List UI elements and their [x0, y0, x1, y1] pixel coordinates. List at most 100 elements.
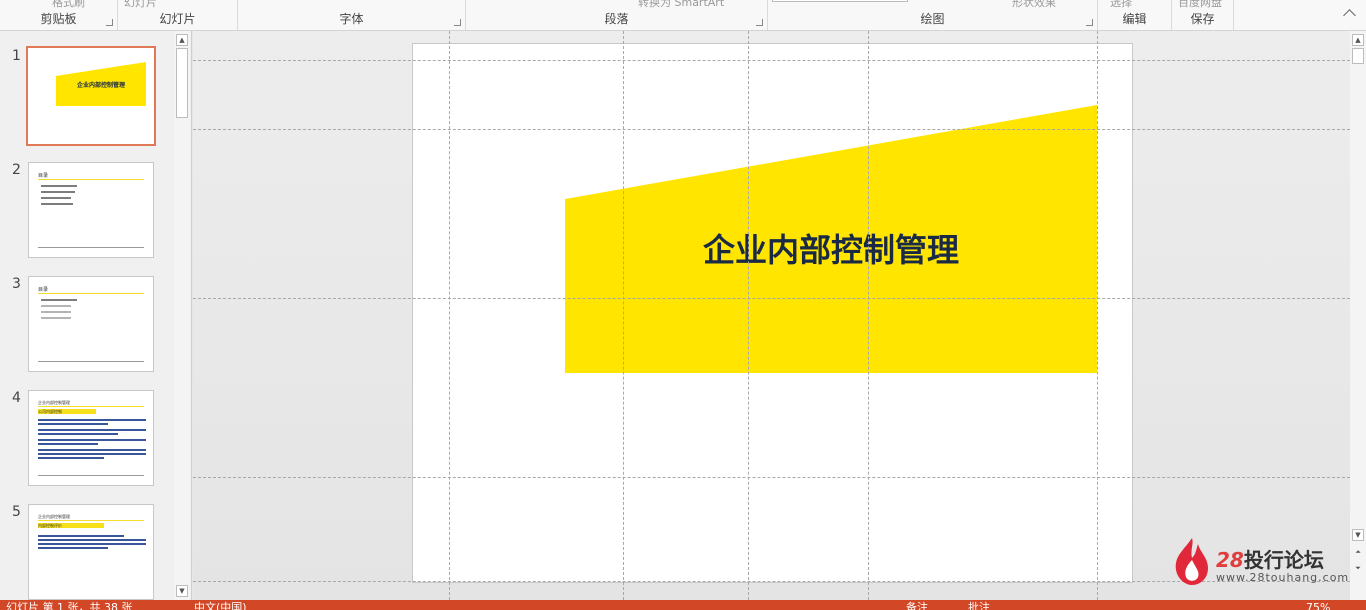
- thumbnail-text-line: [41, 191, 75, 193]
- status-bar: 幻灯片 第 1 张，共 38 张 中文(中国) 备注 批注 75%: [0, 600, 1366, 610]
- ribbon-group-editing: 选择 编辑: [1098, 0, 1172, 30]
- thumbnail-text-line: [41, 317, 71, 319]
- guide-line[interactable]: [193, 129, 1350, 130]
- zoom-level[interactable]: 75%: [1306, 601, 1330, 610]
- shape-gallery[interactable]: [772, 0, 908, 2]
- watermark-logo: 28投行论坛 www.28touhang.com: [1172, 536, 1350, 586]
- dialog-launcher-icon[interactable]: [106, 19, 113, 26]
- format-painter-button[interactable]: 格式刷: [52, 0, 85, 10]
- thumbnail-subtitle: 公司内部控制: [38, 409, 96, 414]
- thumbnail-text-line: [41, 197, 71, 199]
- thumbnail-title-rule: [38, 179, 144, 180]
- guide-line[interactable]: [193, 60, 1350, 61]
- thumbnail-title: 目录: [38, 287, 49, 293]
- scroll-up-arrow-icon[interactable]: ▲: [1352, 34, 1364, 46]
- watermark-title: 28投行论坛: [1216, 548, 1324, 572]
- new-slide-button[interactable]: 幻灯片: [124, 0, 157, 10]
- dialog-launcher-icon[interactable]: [454, 19, 461, 26]
- ribbon-group-slides: 幻灯片 幻灯片: [118, 0, 238, 30]
- ribbon-group-label: 保存: [1190, 12, 1215, 26]
- ribbon-group-label: 剪贴板: [40, 12, 77, 26]
- thumbnail-title-rule: [38, 520, 144, 521]
- language-indicator[interactable]: 中文(中国): [194, 601, 247, 610]
- thumbnail-text-line: [38, 543, 146, 545]
- slide-thumbnail-panel[interactable]: 1 企业内部控制管理 2 目录 3 目录 4 企业内部控制管理 公司内部控制 5…: [0, 31, 192, 600]
- convert-smartart-button[interactable]: 转换为 SmartArt: [638, 0, 724, 10]
- thumbnail-footer-rule: [38, 361, 144, 362]
- ribbon: 格式刷 剪贴板 幻灯片 幻灯片 字体 转换为 SmartArt 段落 形状效果 …: [0, 0, 1366, 31]
- thumbnail-text-line: [41, 203, 73, 205]
- thumbnail-text-line: [38, 453, 146, 455]
- thumbnail-scrollbar[interactable]: ▲ ▼: [174, 31, 190, 600]
- thumbnail-number: 3: [12, 276, 21, 292]
- slide-thumbnail-4[interactable]: 企业内部控制管理 公司内部控制: [28, 390, 154, 486]
- slide-thumbnail-2[interactable]: 目录: [28, 162, 154, 258]
- editor-scrollbar[interactable]: ▲ ▼ ⏶ ⏷: [1350, 31, 1366, 600]
- thumbnail-text-line: [38, 423, 108, 425]
- guide-line[interactable]: [1097, 31, 1098, 600]
- ribbon-group-label: 幻灯片: [159, 12, 196, 26]
- dialog-launcher-icon[interactable]: [756, 19, 763, 26]
- scroll-up-arrow-icon[interactable]: ▲: [176, 34, 188, 46]
- thumbnail-text-line: [38, 449, 146, 451]
- ribbon-group-clipboard: 格式刷 剪贴板: [0, 0, 118, 30]
- thumbnail-number: 4: [12, 390, 21, 406]
- ribbon-group-label: 绘图: [920, 12, 945, 26]
- select-button[interactable]: 选择: [1110, 0, 1132, 10]
- thumbnail-text-line: [38, 439, 146, 441]
- flame-icon: [1175, 538, 1208, 585]
- comments-button[interactable]: 批注: [968, 601, 990, 610]
- ribbon-group-drawing: 形状效果 绘图: [768, 0, 1098, 30]
- ribbon-group-paragraph: 转换为 SmartArt 段落: [466, 0, 768, 30]
- next-slide-icon[interactable]: ⏷: [1352, 563, 1364, 575]
- thumbnail-text-line: [41, 305, 71, 307]
- thumbnail-text-line: [41, 185, 77, 187]
- thumbnail-footer-rule: [38, 247, 144, 248]
- guide-line[interactable]: [193, 477, 1350, 478]
- previous-slide-icon[interactable]: ⏶: [1352, 547, 1364, 559]
- scroll-down-arrow-icon[interactable]: ▼: [176, 585, 188, 597]
- ribbon-group-label: 编辑: [1122, 12, 1147, 26]
- baidu-netdisk-button[interactable]: 百度网盘: [1178, 0, 1222, 10]
- slide-count-text[interactable]: 幻灯片 第 1 张，共 38 张: [6, 601, 132, 610]
- guide-line[interactable]: [868, 31, 869, 600]
- thumbnail-text-line: [38, 443, 98, 445]
- thumbnail-text-line: [38, 539, 146, 541]
- notes-button[interactable]: 备注: [906, 601, 928, 610]
- slide-title[interactable]: 企业内部控制管理: [625, 225, 1037, 271]
- ribbon-group-save: 百度网盘 保存: [1172, 0, 1234, 30]
- ribbon-group-label: 字体: [339, 12, 364, 26]
- collapse-ribbon-icon[interactable]: [1343, 9, 1356, 22]
- thumbnail-text-line: [41, 299, 77, 301]
- guide-line[interactable]: [193, 298, 1350, 299]
- watermark-url: www.28touhang.com: [1216, 571, 1350, 584]
- guide-line[interactable]: [623, 31, 624, 600]
- thumbnail-footer-rule: [38, 475, 144, 476]
- slide-editing-area[interactable]: 企业内部控制管理: [193, 31, 1350, 600]
- guide-line[interactable]: [449, 31, 450, 600]
- thumbnail-text-line: [38, 419, 146, 421]
- ribbon-group-font: 字体: [238, 0, 466, 30]
- thumbnail-text-line: [41, 311, 71, 313]
- guide-line[interactable]: [748, 31, 749, 600]
- thumbnail-text-line: [38, 457, 104, 459]
- thumbnail-yellow-shape: [56, 62, 146, 106]
- thumbnail-subtitle: 内部控制评价: [38, 523, 104, 528]
- slide-thumbnail-5[interactable]: 企业内部控制管理 内部控制评价: [28, 504, 154, 600]
- ribbon-group-label: 段落: [604, 12, 629, 26]
- slide-thumbnail-1[interactable]: 企业内部控制管理: [26, 46, 156, 146]
- thumbnail-title-rule: [38, 293, 144, 294]
- shape-effects-button[interactable]: 形状效果: [1012, 0, 1056, 10]
- scroll-down-arrow-icon[interactable]: ▼: [1352, 529, 1364, 541]
- thumbnail-title: 目录: [38, 173, 49, 179]
- dialog-launcher-icon[interactable]: [1086, 19, 1093, 26]
- scrollbar-thumb[interactable]: [176, 48, 188, 118]
- slide-thumbnail-3[interactable]: 目录: [28, 276, 154, 372]
- thumbnail-text-line: [38, 547, 108, 549]
- thumbnail-text-line: [38, 535, 124, 537]
- scrollbar-thumb[interactable]: [1352, 48, 1364, 64]
- thumbnail-number: 1: [12, 48, 21, 64]
- thumbnail-text-line: [38, 429, 146, 431]
- thumbnail-title: 企业内部控制管理: [76, 82, 125, 89]
- thumbnail-number: 5: [12, 504, 21, 520]
